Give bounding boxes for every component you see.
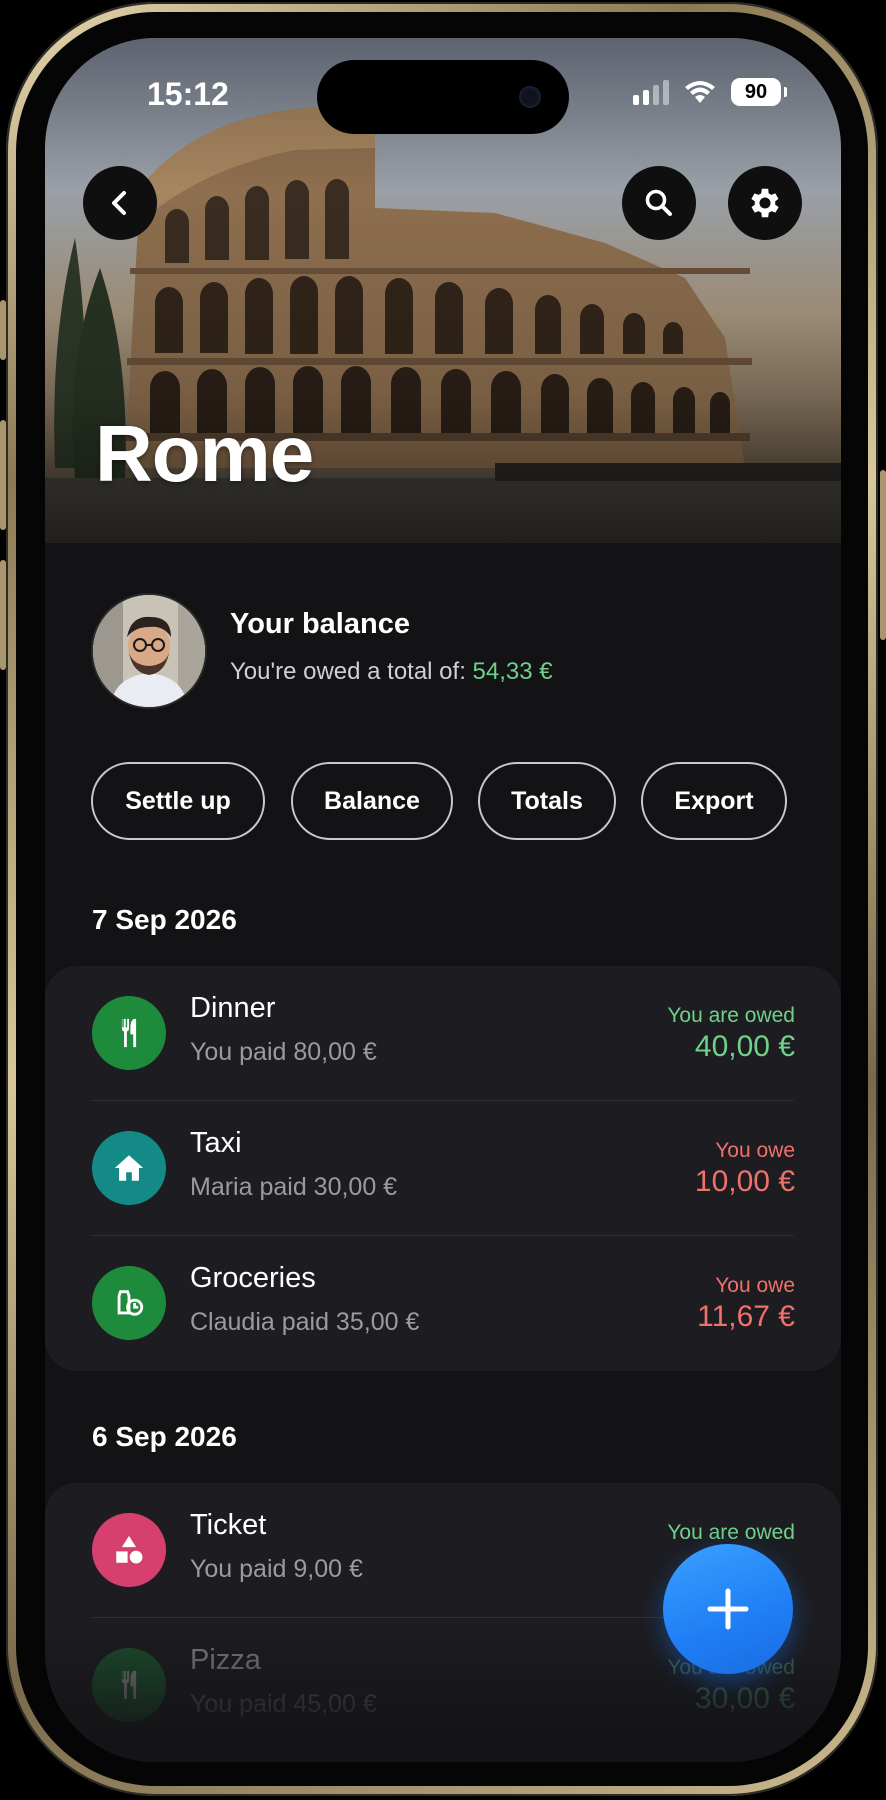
expense-amount: 40,00 € bbox=[694, 1030, 795, 1063]
expense-title: Pizza bbox=[190, 1644, 261, 1676]
balance-subtitle-text: You're owed a total of: bbox=[230, 658, 473, 685]
plus-icon bbox=[707, 1588, 749, 1630]
expense-title: Groceries bbox=[190, 1262, 316, 1294]
volume-up-button bbox=[0, 420, 6, 530]
status-time: 15:12 bbox=[147, 76, 229, 112]
gear-icon bbox=[751, 188, 779, 218]
expense-row-groceries[interactable]: Groceries Claudia paid 35,00 € You owe 1… bbox=[45, 1236, 841, 1371]
fork-knife-icon bbox=[92, 1648, 166, 1722]
app-screen: Rome 15:12 90 Your balance You're owed a… bbox=[45, 38, 841, 1762]
avatar[interactable] bbox=[91, 593, 207, 709]
volume-down-button bbox=[0, 560, 6, 670]
shapes-icon bbox=[92, 1513, 166, 1587]
balance-button[interactable]: Balance bbox=[291, 762, 453, 840]
expense-payer: You paid 9,00 € bbox=[190, 1555, 363, 1583]
camera-icon bbox=[519, 86, 541, 108]
expense-payer: You paid 45,00 € bbox=[190, 1690, 377, 1718]
expense-status: You are owed bbox=[667, 1004, 795, 1027]
search-button[interactable] bbox=[622, 166, 696, 240]
expense-status: You owe bbox=[715, 1139, 795, 1162]
balance-amount: 54,33 € bbox=[472, 658, 553, 685]
expense-status: You owe bbox=[715, 1274, 795, 1297]
chevron-left-icon bbox=[112, 191, 126, 215]
settings-button[interactable] bbox=[728, 166, 802, 240]
status-indicators: 90 bbox=[633, 78, 787, 106]
search-icon bbox=[645, 189, 672, 216]
user-photo bbox=[93, 595, 205, 707]
expense-amount: 11,67 € bbox=[697, 1300, 795, 1333]
wifi-icon bbox=[685, 81, 715, 103]
expense-amount: 30,00 € bbox=[694, 1682, 795, 1715]
page-title: Rome bbox=[95, 409, 314, 498]
expense-payer: Claudia paid 35,00 € bbox=[190, 1308, 420, 1336]
expense-row-taxi[interactable]: Taxi Maria paid 30,00 € You owe 10,00 € bbox=[45, 1101, 841, 1236]
action-button bbox=[0, 300, 6, 360]
expense-payer: Maria paid 30,00 € bbox=[190, 1173, 398, 1201]
dynamic-island bbox=[317, 60, 569, 134]
expense-row-dinner[interactable]: Dinner You paid 80,00 € You are owed 40,… bbox=[45, 966, 841, 1101]
expense-status: You are owed bbox=[667, 1521, 795, 1544]
power-button bbox=[880, 470, 886, 640]
add-expense-button[interactable] bbox=[663, 1544, 793, 1674]
balance-title: Your balance bbox=[230, 608, 410, 640]
export-button[interactable]: Export bbox=[641, 762, 787, 840]
cellular-signal-icon bbox=[633, 79, 669, 105]
balance-subtitle: You're owed a total of: 54,33 € bbox=[230, 658, 553, 686]
home-icon bbox=[92, 1131, 166, 1205]
expense-title: Taxi bbox=[190, 1127, 242, 1159]
expense-title: Ticket bbox=[190, 1509, 267, 1541]
section-date: 7 Sep 2026 bbox=[92, 904, 237, 935]
battery-icon: 90 bbox=[731, 78, 787, 106]
back-button[interactable] bbox=[83, 166, 157, 240]
fork-knife-icon bbox=[92, 996, 166, 1070]
expense-amount: 10,00 € bbox=[694, 1165, 795, 1198]
groceries-icon bbox=[92, 1266, 166, 1340]
expense-payer: You paid 80,00 € bbox=[190, 1038, 377, 1066]
totals-button[interactable]: Totals bbox=[478, 762, 616, 840]
section-date: 6 Sep 2026 bbox=[92, 1421, 237, 1452]
settle-up-button[interactable]: Settle up bbox=[91, 762, 265, 840]
expense-card: Dinner You paid 80,00 € You are owed 40,… bbox=[45, 966, 841, 1371]
expense-title: Dinner bbox=[190, 992, 276, 1024]
